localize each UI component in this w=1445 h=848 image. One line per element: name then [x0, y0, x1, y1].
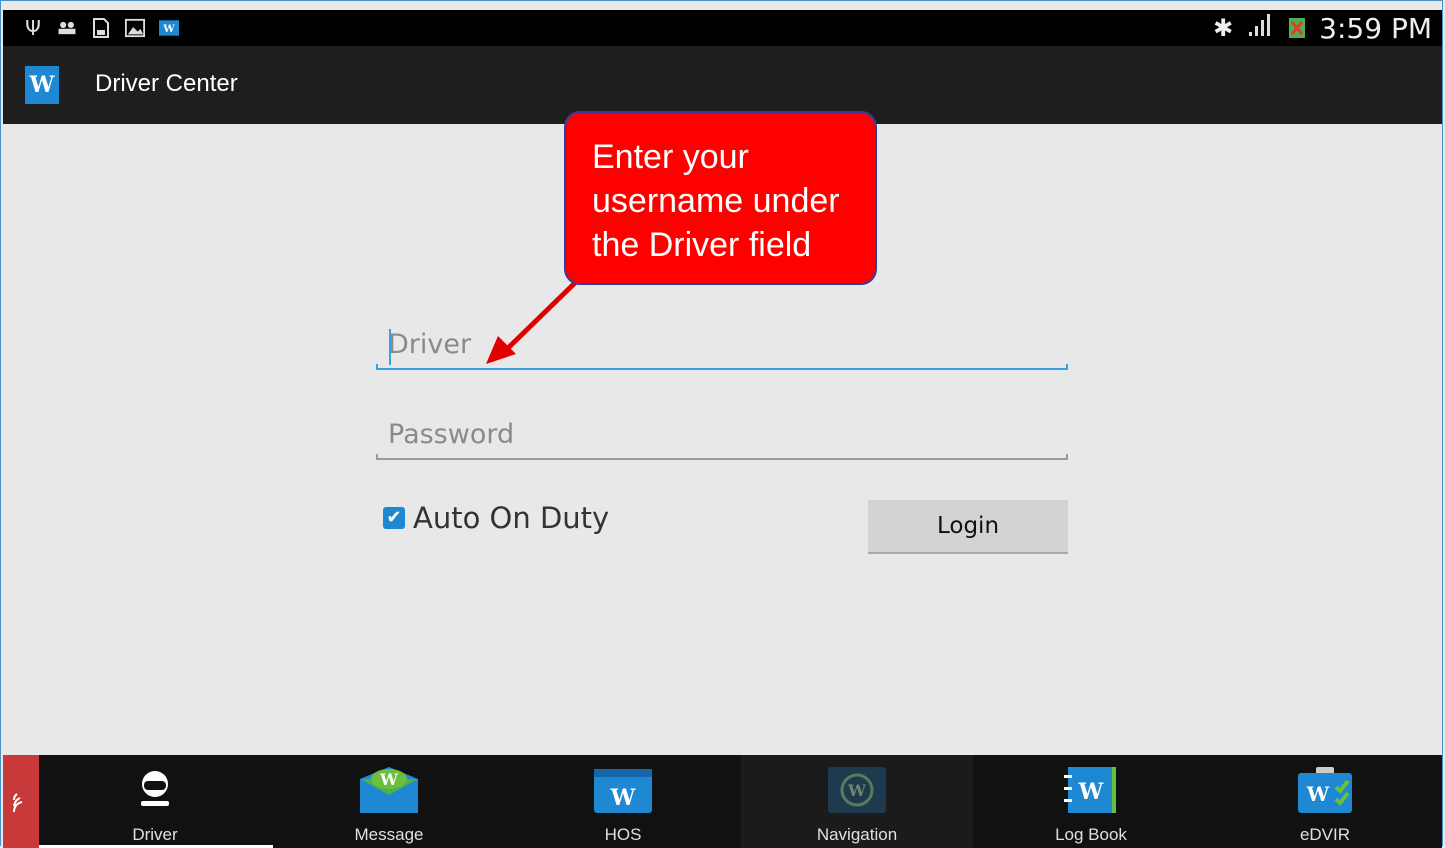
callout-annotation: Enter your username under the Driver fie…	[564, 111, 877, 285]
